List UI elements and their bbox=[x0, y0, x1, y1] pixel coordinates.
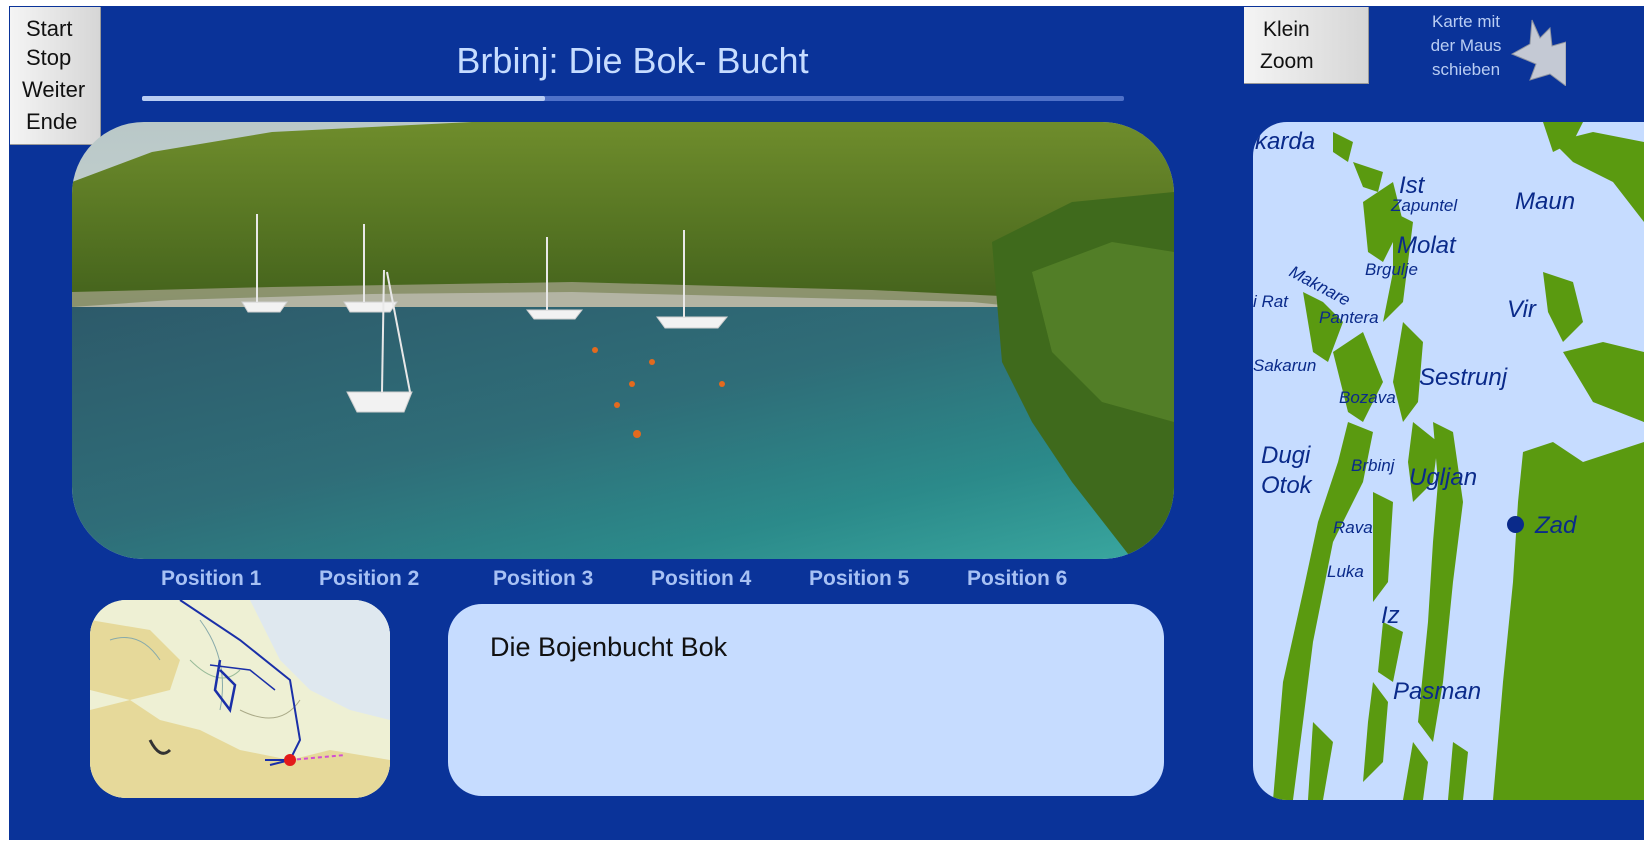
zoom-label-line2: Zoom bbox=[1260, 50, 1314, 73]
map-label-dugi: Dugi bbox=[1261, 442, 1311, 469]
nautical-minimap bbox=[90, 600, 390, 798]
continue-button[interactable]: Weiter bbox=[22, 75, 112, 105]
bay-photo bbox=[72, 122, 1174, 559]
map-label-pantera: Pantera bbox=[1319, 308, 1379, 327]
tab-position-4[interactable]: Position 4 bbox=[651, 567, 751, 591]
map-label-sakarun: Sakarun bbox=[1253, 356, 1317, 375]
start-button[interactable]: Start bbox=[26, 14, 116, 44]
tab-position-6[interactable]: Position 6 bbox=[967, 567, 1067, 591]
map-label-luka: Luka bbox=[1327, 562, 1364, 581]
map-label-iz: Iz bbox=[1381, 602, 1400, 629]
tab-position-3[interactable]: Position 3 bbox=[493, 567, 593, 591]
map-label-brgulje: Brgulje bbox=[1365, 260, 1418, 279]
stage: Start Stop Weiter Ende Brbinj: Die Bok- … bbox=[0, 0, 1644, 858]
map-label-zadar: Zad bbox=[1535, 512, 1577, 539]
map-label-brbinj: Brbinj bbox=[1351, 456, 1395, 475]
stop-button[interactable]: Stop bbox=[26, 43, 116, 73]
overview-map[interactable]: karda Ist Zapuntel Maun Molat Maknare Br… bbox=[1253, 122, 1644, 800]
end-button[interactable]: Ende bbox=[26, 107, 116, 137]
map-label-rava: Rava bbox=[1333, 518, 1373, 537]
map-label-skarda: karda bbox=[1255, 128, 1316, 155]
map-label-ugljan: Ugljan bbox=[1409, 464, 1478, 491]
map-label-pasman: Pasman bbox=[1393, 678, 1482, 705]
page-title: Brbinj: Die Bok- Bucht bbox=[456, 40, 809, 81]
zadar-dot-icon bbox=[1507, 516, 1524, 533]
map-label-zapuntel: Zapuntel bbox=[1391, 196, 1458, 215]
bay-photo-image bbox=[72, 122, 1174, 559]
zoom-button[interactable]: Klein Zoom bbox=[1244, 7, 1369, 84]
hint-line3: schieben bbox=[1431, 60, 1501, 79]
hand-icon bbox=[1510, 19, 1566, 86]
control-panel: Start Stop Weiter Ende bbox=[10, 7, 101, 145]
tab-position-1[interactable]: Position 1 bbox=[161, 567, 261, 591]
tab-position-2[interactable]: Position 2 bbox=[319, 567, 419, 591]
description-panel: Die Bojenbucht Bok bbox=[448, 604, 1164, 796]
map-label-vir: Vir bbox=[1507, 296, 1536, 323]
tab-position-5[interactable]: Position 5 bbox=[809, 567, 909, 591]
hint-line1: Karte mit bbox=[1431, 12, 1501, 31]
hint-line2: der Maus bbox=[1430, 36, 1502, 55]
map-label-bozava: Bozava bbox=[1339, 388, 1396, 407]
map-label-molat: Molat bbox=[1397, 232, 1456, 259]
map-label-otok: Otok bbox=[1261, 472, 1312, 499]
map-label-rat: i Rat bbox=[1253, 292, 1288, 311]
map-label-sestrunj: Sestrunj bbox=[1419, 364, 1508, 391]
map-label-maun: Maun bbox=[1515, 188, 1576, 215]
map-drag-hint: Karte mit der Maus schieben bbox=[1412, 10, 1520, 82]
progress-fill bbox=[142, 96, 545, 101]
zoom-label-line1: Klein bbox=[1263, 18, 1310, 41]
nautical-chart-image bbox=[90, 600, 390, 798]
description-text: Die Bojenbucht Bok bbox=[490, 632, 728, 662]
